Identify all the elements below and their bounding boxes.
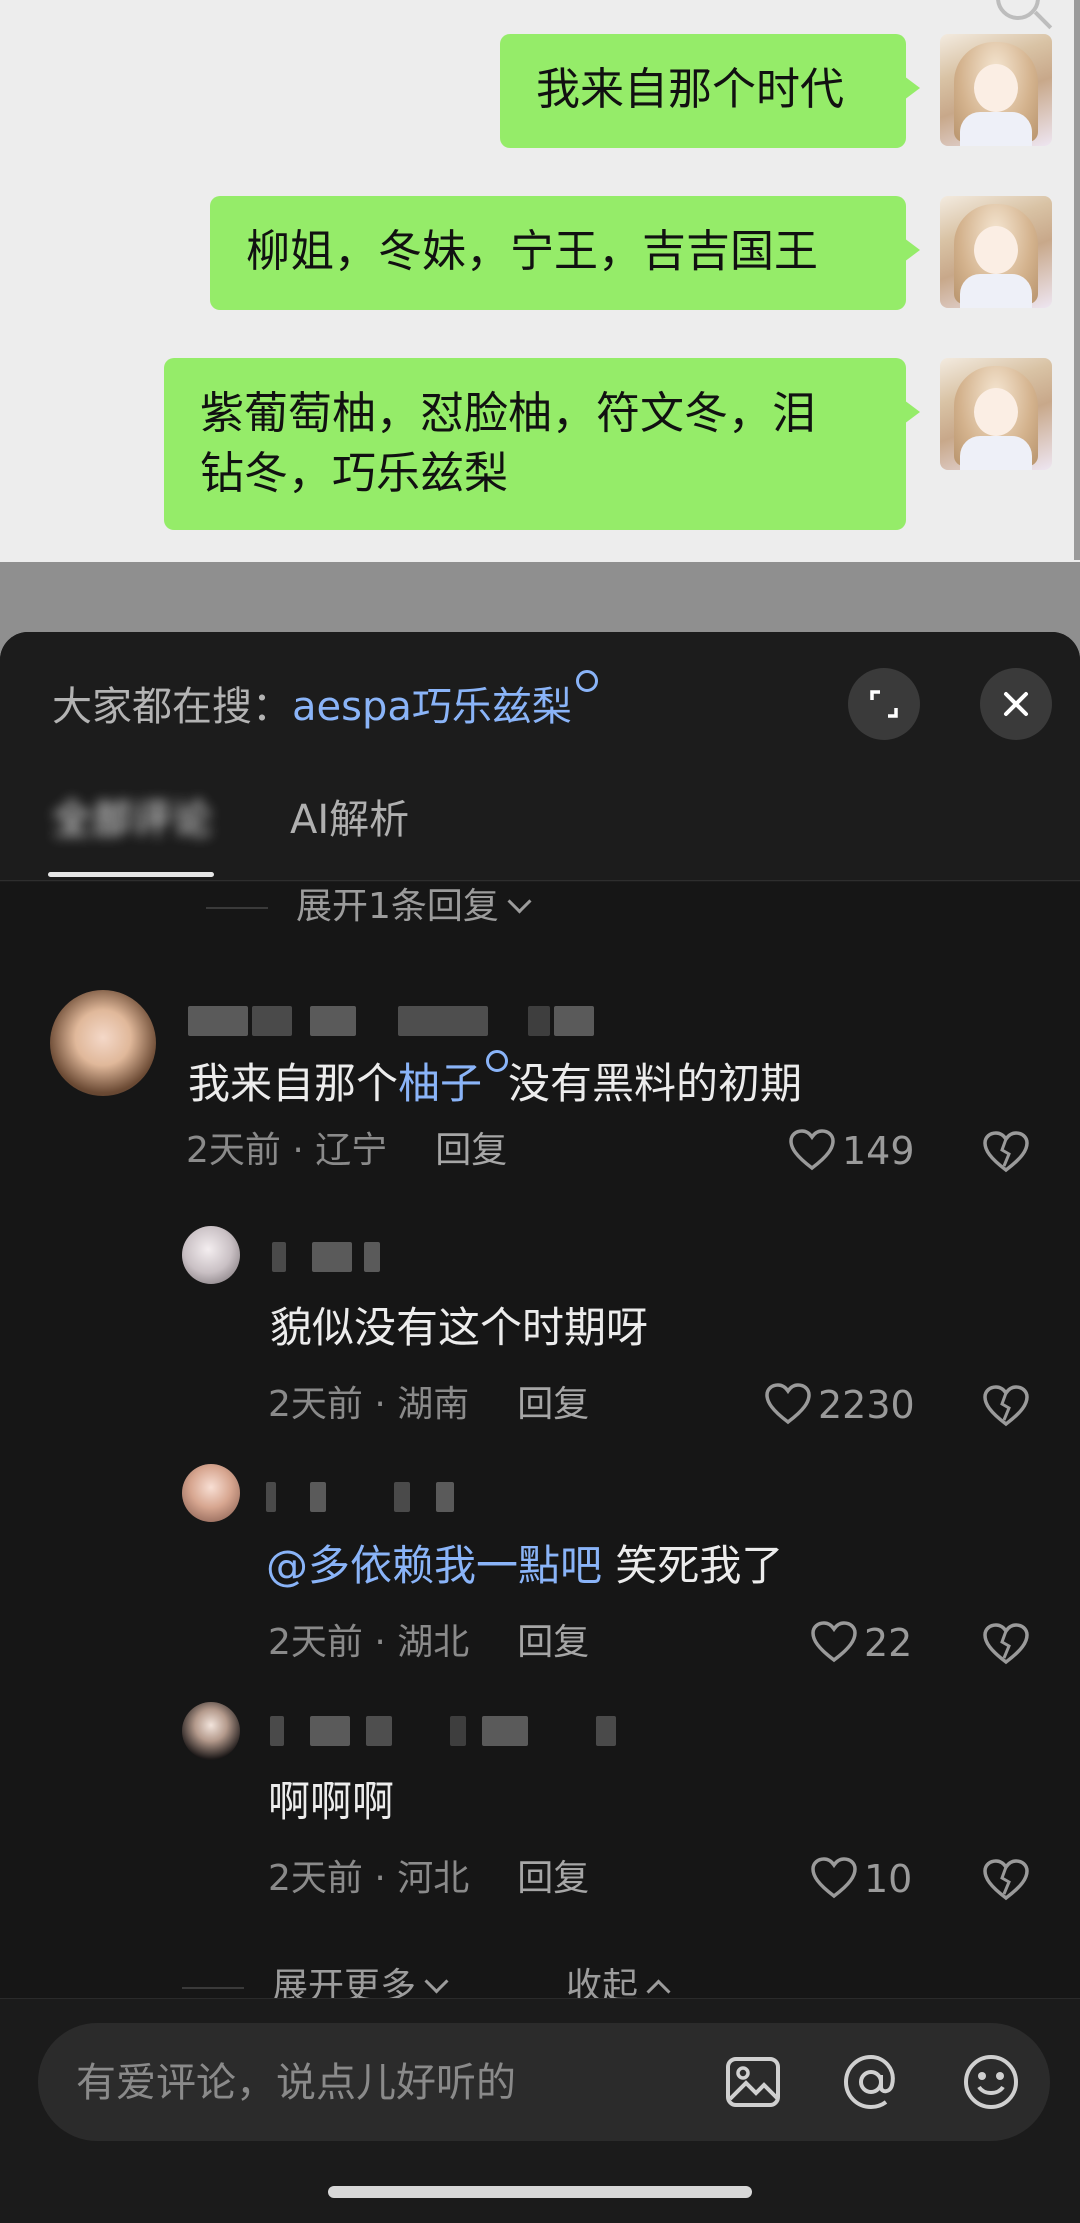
avatar bbox=[940, 196, 1052, 308]
tab-ai-analysis[interactable]: AI解析 bbox=[290, 780, 409, 860]
comment-meta: 2天前 · 湖南 回复 bbox=[268, 1384, 590, 1425]
username-blurred[interactable] bbox=[272, 1242, 392, 1272]
comment-text: @多依赖我一點吧 笑死我了 bbox=[266, 1541, 784, 1590]
chat-bubble-line: 紫葡萄柚，怼脸柚，符文冬，泪 bbox=[200, 388, 816, 439]
comment-text: 啊啊啊 bbox=[268, 1777, 395, 1826]
chat-bubble-3: 紫葡萄柚，怼脸柚，符文冬，泪 钻冬，巧乐兹梨 bbox=[164, 358, 920, 530]
like-count: 2230 bbox=[818, 1383, 915, 1427]
home-indicator[interactable] bbox=[328, 2186, 752, 2198]
comment-location: 湖南 bbox=[397, 1384, 470, 1425]
emoji-icon[interactable] bbox=[960, 2051, 1022, 2113]
avatar bbox=[940, 358, 1052, 470]
comment-location: 辽宁 bbox=[315, 1130, 388, 1171]
avatar[interactable] bbox=[50, 990, 156, 1096]
search-icon bbox=[486, 1050, 509, 1072]
chat-bubble-text: 柳姐，冬妹，宁王，吉吉国王 bbox=[246, 226, 818, 277]
chat-bubble-line: 钻冬，巧乐兹梨 bbox=[200, 448, 508, 499]
close-icon[interactable] bbox=[980, 668, 1052, 740]
comment-sheet: 大家都在搜：aespa巧乐兹梨 全部评论 AI解析 展开1条回复 我来自那个柚子… bbox=[0, 632, 1080, 2222]
comment-text: 貌似没有这个时期呀 bbox=[270, 1303, 649, 1352]
tab-indicator bbox=[48, 872, 214, 877]
chevron-down-icon bbox=[507, 889, 532, 914]
image-icon[interactable] bbox=[722, 2051, 784, 2113]
trending-label: 大家都在搜： bbox=[52, 684, 292, 730]
heart-icon bbox=[765, 1383, 811, 1425]
comment-time: 2天前 bbox=[268, 1858, 363, 1899]
heart-icon bbox=[789, 1129, 835, 1171]
comment-input[interactable] bbox=[74, 2023, 698, 2143]
trending-keyword[interactable]: aespa巧乐兹梨 bbox=[292, 684, 572, 730]
heart-icon bbox=[811, 1857, 857, 1899]
sheet-header: 大家都在搜：aespa巧乐兹梨 全部评论 AI解析 bbox=[0, 632, 1080, 882]
avatar[interactable] bbox=[182, 1702, 240, 1760]
like-button[interactable]: 22 bbox=[810, 1618, 912, 1668]
heart-icon bbox=[811, 1621, 857, 1663]
avatar[interactable] bbox=[182, 1226, 240, 1284]
comment-meta: 2天前 · 辽宁 回复 bbox=[186, 1130, 508, 1171]
avatar[interactable] bbox=[182, 1464, 240, 1522]
username-blurred[interactable] bbox=[266, 1482, 466, 1512]
search-icon bbox=[575, 670, 598, 692]
expand-replies-button[interactable]: 展开1条回复 bbox=[206, 882, 532, 932]
user-mention[interactable]: @多依赖我一點吧 bbox=[266, 1541, 602, 1590]
tab-bar: 全部评论 AI解析 bbox=[0, 780, 1080, 881]
chat-bubble-text: 我来自那个时代 bbox=[536, 64, 844, 115]
dislike-icon[interactable] bbox=[982, 1622, 1030, 1666]
like-button[interactable]: 2230 bbox=[764, 1380, 915, 1430]
chat-screenshot: 我来自那个时代 柳姐，冬妹，宁王，吉吉国王 紫葡萄柚，怼脸柚，符文冬，泪 钻冬，… bbox=[0, 0, 1080, 562]
comment-keyword-link[interactable]: 柚子 bbox=[398, 1059, 482, 1108]
username-blurred[interactable] bbox=[188, 1006, 608, 1036]
search-icon bbox=[996, 0, 1040, 20]
dislike-icon[interactable] bbox=[982, 1384, 1030, 1428]
at-icon[interactable] bbox=[840, 2051, 902, 2113]
trending-search[interactable]: 大家都在搜：aespa巧乐兹梨 bbox=[52, 670, 598, 737]
comment-input-container bbox=[38, 2023, 1050, 2143]
like-button[interactable]: 149 bbox=[788, 1126, 915, 1176]
dislike-icon[interactable] bbox=[982, 1130, 1030, 1174]
avatar bbox=[940, 34, 1052, 146]
expand-replies-label: 展开1条回复 bbox=[296, 886, 499, 927]
like-count: 22 bbox=[864, 1621, 913, 1665]
like-count: 10 bbox=[864, 1857, 913, 1901]
username-blurred[interactable] bbox=[270, 1716, 630, 1746]
comment-meta: 2天前 · 河北 回复 bbox=[268, 1858, 590, 1899]
reply-button[interactable]: 回复 bbox=[517, 1858, 589, 1899]
chat-bubble-1: 我来自那个时代 bbox=[500, 34, 920, 148]
reply-button[interactable]: 回复 bbox=[517, 1384, 589, 1425]
chevron-down-icon bbox=[424, 1969, 449, 1994]
dislike-icon[interactable] bbox=[982, 1858, 1030, 1902]
reply-button[interactable]: 回复 bbox=[517, 1622, 589, 1663]
comment-time: 2天前 bbox=[268, 1384, 363, 1425]
reply-button[interactable]: 回复 bbox=[435, 1130, 507, 1171]
comment-meta: 2天前 · 湖北 回复 bbox=[268, 1622, 590, 1663]
comment-text: 我来自那个柚子 没有黑料的初期 bbox=[188, 1050, 802, 1114]
like-count: 149 bbox=[842, 1129, 915, 1173]
chat-scrollbar bbox=[1074, 0, 1080, 560]
chat-bubble-2: 柳姐，冬妹，宁王，吉吉国王 bbox=[210, 196, 920, 310]
expand-icon[interactable] bbox=[848, 668, 920, 740]
comment-location: 河北 bbox=[397, 1858, 470, 1899]
comment-time: 2天前 bbox=[268, 1622, 363, 1663]
like-button[interactable]: 10 bbox=[810, 1854, 912, 1904]
tab-comments[interactable]: 全部评论 bbox=[52, 780, 212, 860]
comment-time: 2天前 bbox=[186, 1130, 281, 1171]
comment-location: 湖北 bbox=[397, 1622, 470, 1663]
